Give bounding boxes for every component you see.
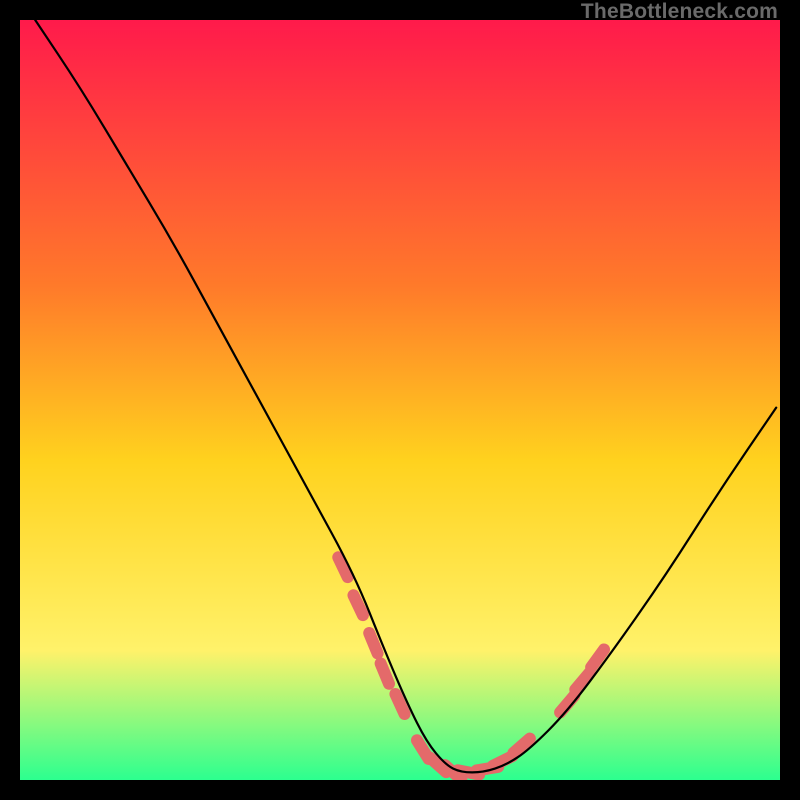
highlight-marker bbox=[381, 663, 389, 683]
bottleneck-chart bbox=[20, 20, 780, 780]
highlight-marker bbox=[369, 633, 377, 653]
chart-frame bbox=[20, 20, 780, 780]
highlight-marker bbox=[395, 694, 404, 714]
gradient-background bbox=[20, 20, 780, 780]
highlight-marker bbox=[353, 595, 362, 615]
watermark-text: TheBottleneck.com bbox=[581, 0, 778, 24]
